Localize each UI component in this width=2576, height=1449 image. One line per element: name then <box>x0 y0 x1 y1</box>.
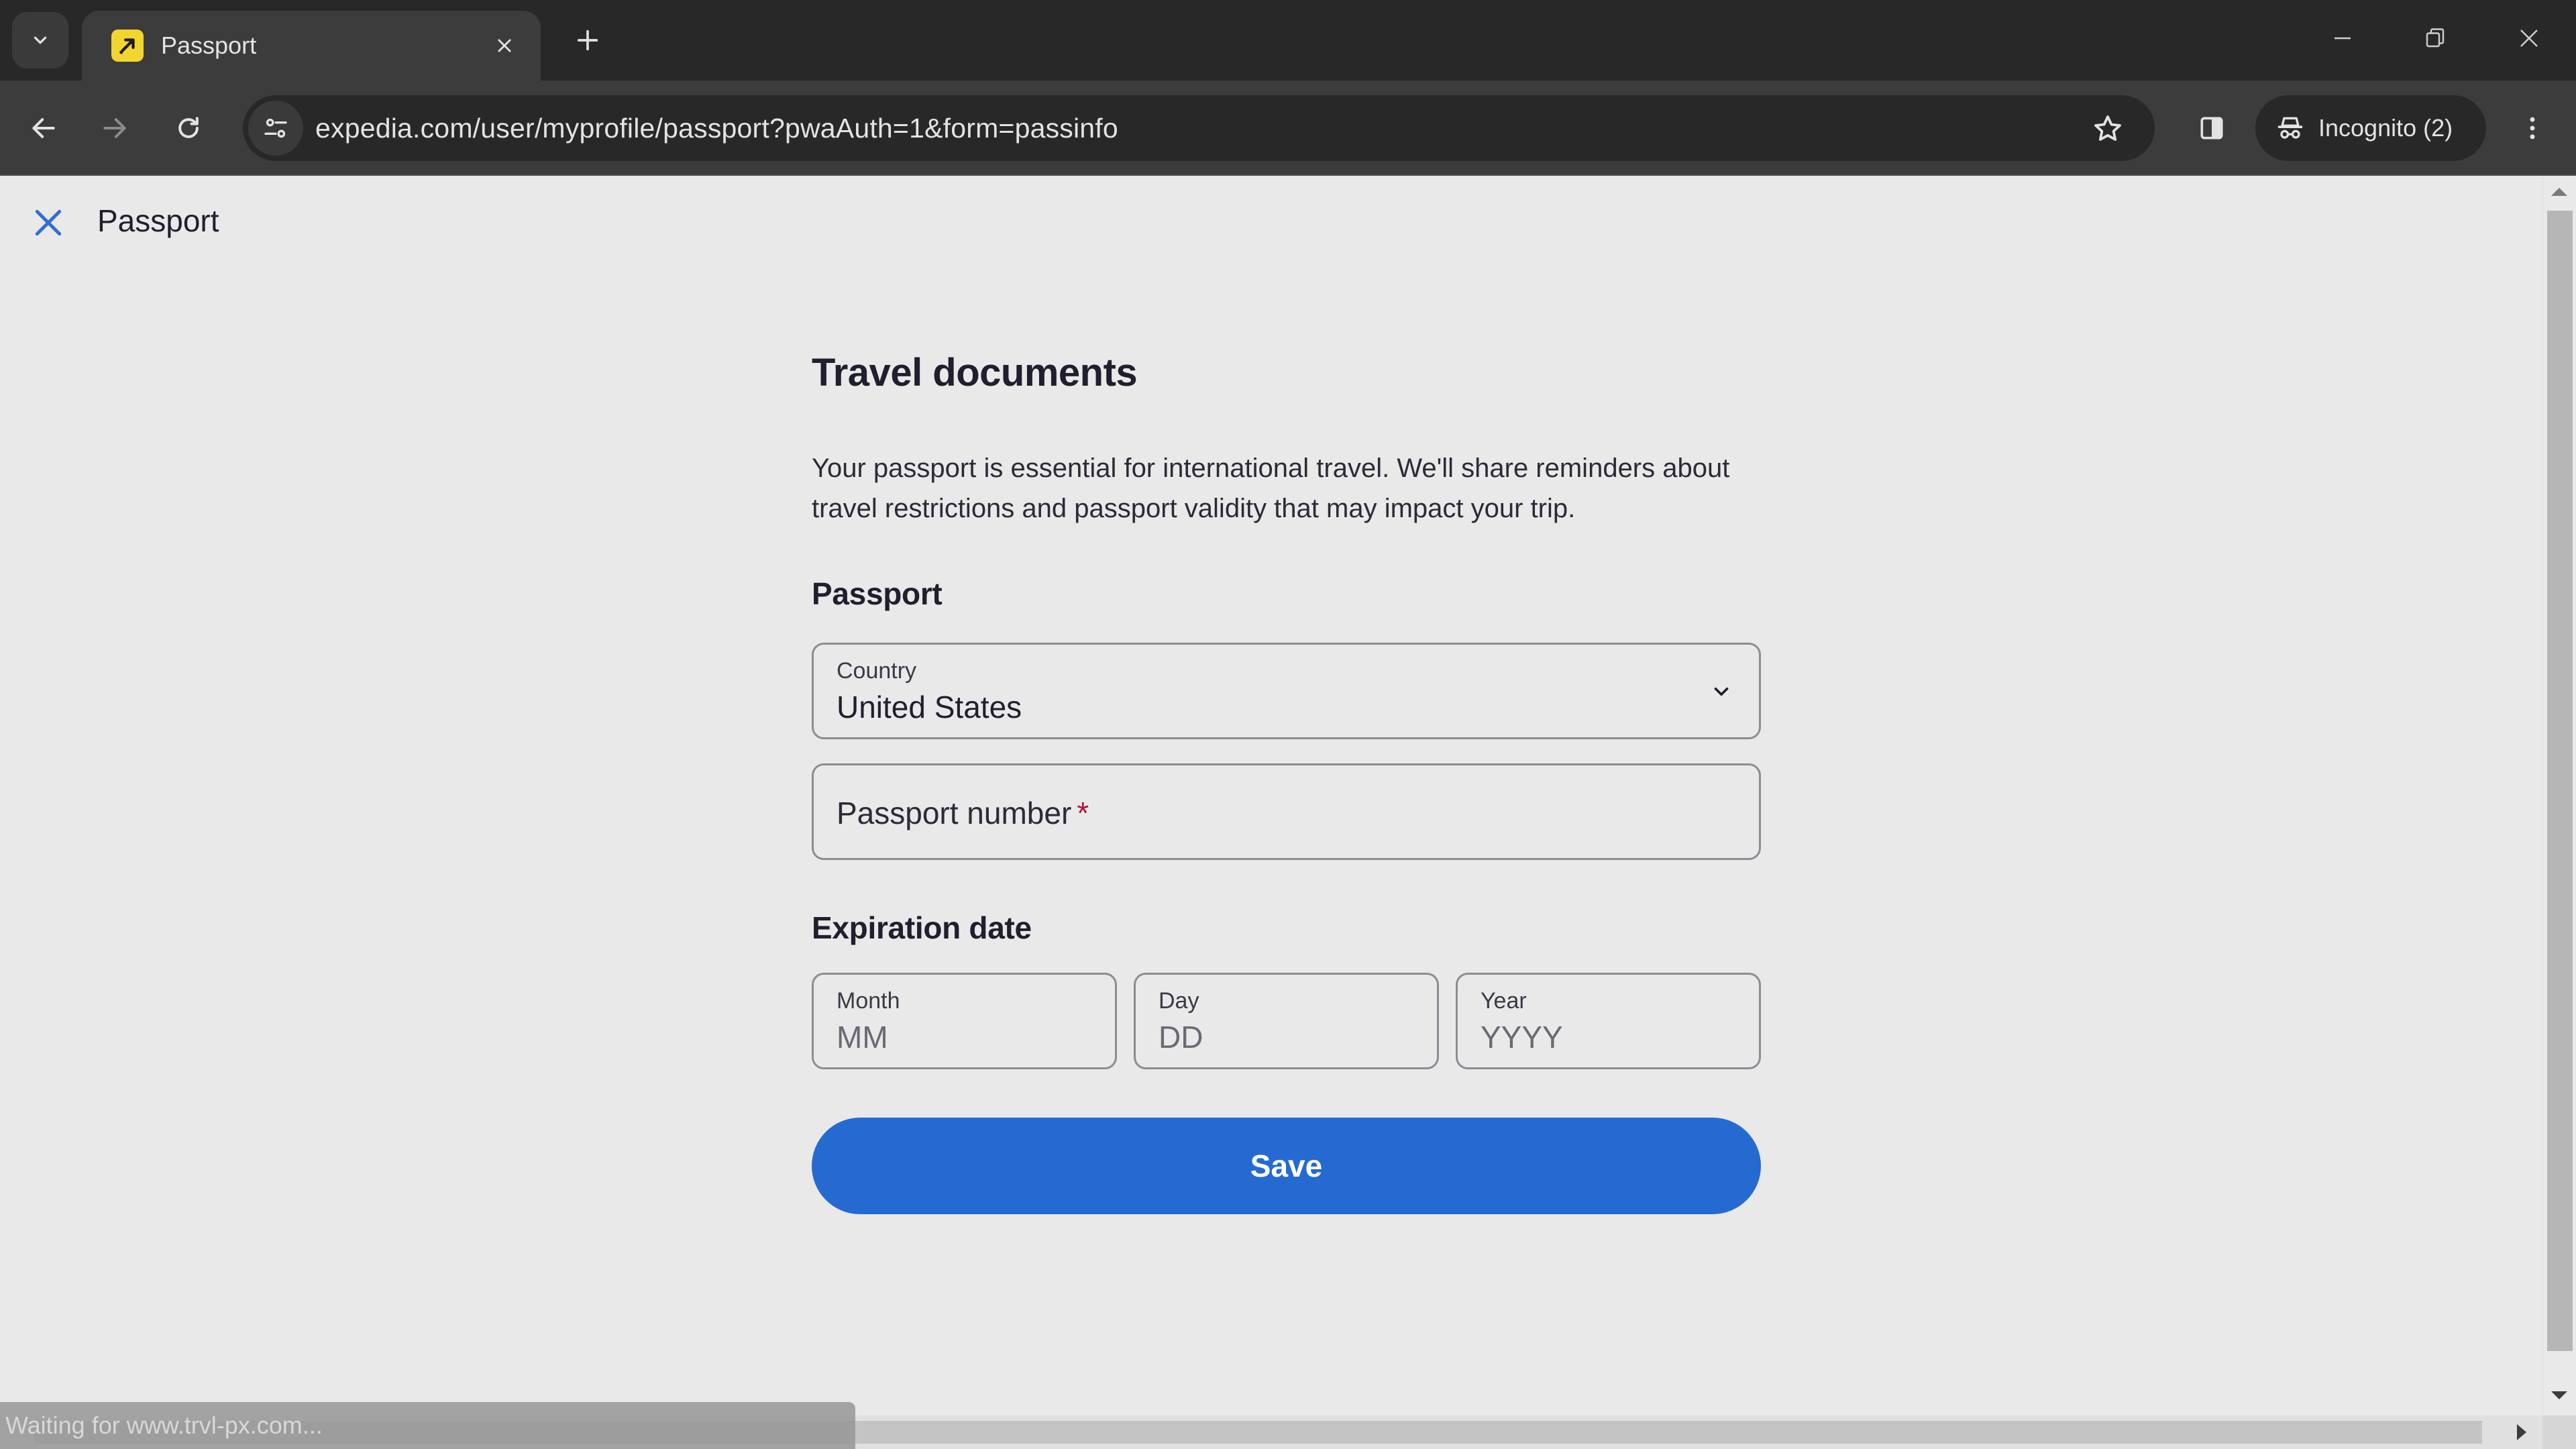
year-input[interactable]: Year YYYY <box>1456 973 1761 1069</box>
side-panel-icon <box>2200 117 2223 140</box>
star-icon <box>2094 115 2121 141</box>
reload-button[interactable] <box>165 105 212 152</box>
page-title: Passport <box>97 203 219 238</box>
scroll-up-arrow-icon[interactable] <box>2551 188 2567 196</box>
passport-number-label-text: Passport number <box>837 796 1072 830</box>
kebab-menu-icon <box>2530 117 2535 140</box>
side-panel-button[interactable] <box>2188 105 2235 152</box>
tab-search-button[interactable] <box>12 12 68 68</box>
tab-passport[interactable]: Passport <box>82 11 541 80</box>
country-select[interactable]: Country United States <box>812 643 1761 739</box>
close-icon <box>2520 30 2538 47</box>
plus-icon <box>577 30 598 51</box>
reload-icon <box>178 117 199 138</box>
passport-number-label: Passport number * <box>837 795 1089 831</box>
vertical-scrollbar[interactable] <box>2542 176 2576 1415</box>
arrow-right-icon <box>103 118 126 138</box>
arrow-left-icon <box>32 118 55 138</box>
scroll-right-arrow-icon[interactable] <box>2517 1424 2526 1440</box>
close-icon <box>35 209 62 236</box>
country-label: Country <box>837 658 917 684</box>
day-input[interactable]: Day DD <box>1134 973 1439 1069</box>
day-label: Day <box>1159 988 1199 1014</box>
bookmark-button[interactable] <box>2089 110 2127 148</box>
section-heading: Travel documents <box>812 351 1138 394</box>
close-window-button[interactable] <box>2502 15 2556 62</box>
vertical-scroll-thumb[interactable] <box>2547 211 2573 1351</box>
back-button[interactable] <box>20 105 67 152</box>
restore-icon <box>2426 28 2445 48</box>
scrollbar-corner <box>2542 1415 2576 1449</box>
close-page-button[interactable] <box>27 201 70 244</box>
scroll-down-arrow-icon[interactable] <box>2551 1391 2567 1399</box>
incognito-button[interactable]: Incognito (2) <box>2255 95 2486 161</box>
page-header: Passport <box>0 176 2542 270</box>
day-placeholder: DD <box>1159 1020 1203 1055</box>
incognito-icon <box>2277 117 2303 139</box>
tab-strip: Passport <box>0 0 2576 80</box>
expedia-logo-icon <box>111 30 144 62</box>
year-placeholder: YYYY <box>1481 1020 1563 1055</box>
month-input[interactable]: Month MM <box>812 973 1117 1069</box>
required-asterisk: * <box>1077 796 1089 830</box>
expiration-subheading: Expiration date <box>812 910 1032 945</box>
restore-button[interactable] <box>2408 15 2462 62</box>
incognito-label: Incognito (2) <box>2318 114 2453 142</box>
chevron-down-icon <box>1708 678 1735 705</box>
section-description: Your passport is essential for internati… <box>812 453 1730 523</box>
site-info-button[interactable] <box>248 101 303 156</box>
close-icon <box>498 39 511 52</box>
month-label: Month <box>837 988 900 1014</box>
chevron-down-icon <box>34 36 47 44</box>
year-label: Year <box>1481 988 1527 1014</box>
minimize-icon <box>2334 37 2351 40</box>
month-placeholder: MM <box>837 1020 888 1055</box>
address-bar[interactable]: expedia.com/user/myprofile/passport?pwaA… <box>243 95 2155 161</box>
minimize-button[interactable] <box>2316 15 2369 62</box>
tune-icon <box>264 118 287 138</box>
tab-close-button[interactable] <box>488 30 521 62</box>
new-tab-button[interactable] <box>568 20 608 60</box>
forward-button[interactable] <box>91 105 138 152</box>
url-text[interactable]: expedia.com/user/myprofile/passport?pwaA… <box>315 95 1118 161</box>
save-button[interactable]: Save <box>812 1118 1761 1214</box>
browser-toolbar: expedia.com/user/myprofile/passport?pwaA… <box>0 80 2576 176</box>
browser-menu-button[interactable] <box>2509 105 2556 152</box>
passport-number-input[interactable]: Passport number * <box>812 763 1761 860</box>
tab-title: Passport <box>161 32 257 59</box>
country-value: United States <box>837 690 1022 724</box>
status-bubble: Waiting for www.trvl-px.com... <box>0 1402 855 1449</box>
passport-subheading: Passport <box>812 576 943 611</box>
